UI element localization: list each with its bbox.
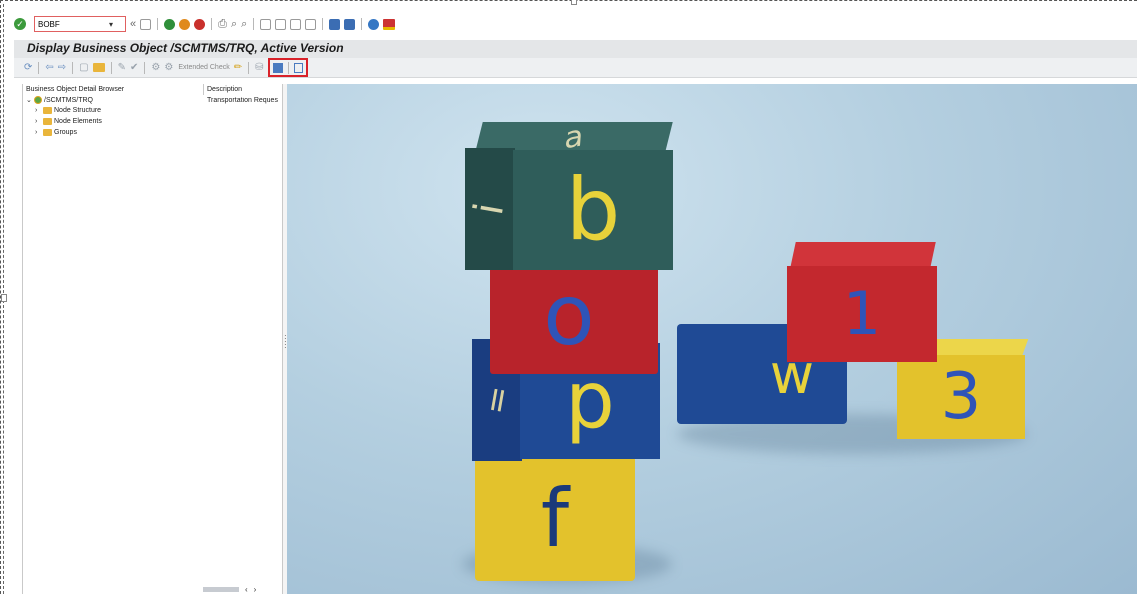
tree-node-label: Node Structure xyxy=(54,107,102,114)
extended-check-button[interactable]: Extended Check xyxy=(178,64,229,71)
chevron-right-icon[interactable]: › xyxy=(35,129,41,136)
cancel-icon[interactable] xyxy=(194,18,206,30)
block-letter: o xyxy=(543,266,595,364)
scroll-right-icon[interactable]: › xyxy=(254,585,257,594)
pencil-icon[interactable]: ✏ xyxy=(234,62,242,73)
system-toolbar: ✓ ▾ « ⎙ ⌕ ⌕ xyxy=(14,13,1137,35)
toolbar-separator xyxy=(157,18,159,30)
extended-check-icon[interactable]: ⚙ xyxy=(164,62,173,74)
toolbar-separator xyxy=(110,61,112,74)
previous-page-icon[interactable] xyxy=(275,18,287,30)
folder-icon xyxy=(43,129,52,136)
column-divider[interactable] xyxy=(203,84,204,95)
page-title: Display Business Object /SCMTMS/TRQ, Act… xyxy=(27,41,344,55)
detail-browser-tree: Business Object Detail Browser Descripti… xyxy=(22,84,283,594)
chevron-right-icon[interactable]: › xyxy=(35,118,41,125)
block-top-face xyxy=(790,242,936,268)
command-field[interactable]: ▾ xyxy=(34,16,126,32)
resize-handle-left[interactable] xyxy=(1,294,7,302)
block-side-face: i xyxy=(465,148,515,270)
tree-node-label: /SCMTMS/TRQ xyxy=(44,96,93,104)
block-side-letter: = xyxy=(474,382,520,418)
tree-node-label: Node Elements xyxy=(54,118,102,125)
chevron-right-icon[interactable]: › xyxy=(35,107,41,114)
exit-icon[interactable] xyxy=(179,18,191,30)
command-input[interactable] xyxy=(35,19,105,29)
toolbar-separator xyxy=(248,61,250,74)
block-f: f xyxy=(475,456,635,581)
print-icon[interactable]: ⎙ xyxy=(218,17,227,31)
block-b: a i b xyxy=(465,118,675,270)
scroll-left-icon[interactable]: ‹ xyxy=(245,585,248,594)
highlighted-toolbar-group xyxy=(267,58,308,77)
folder-icon xyxy=(43,107,52,114)
business-object-icon xyxy=(34,96,42,104)
toolbar-separator xyxy=(287,61,289,74)
toolbar-separator xyxy=(72,61,74,74)
application-toolbar: ⟳ ⇦ ⇨ ▢ ✎ ✔ ⚙ ⚙ Extended Check ✏ ⛁ xyxy=(14,58,1137,78)
tree-header: Business Object Detail Browser Descripti… xyxy=(23,84,283,95)
tree-node-node-elements[interactable]: › Node Elements xyxy=(35,118,102,125)
next-page-icon[interactable] xyxy=(290,18,302,30)
toolbar-separator xyxy=(38,61,40,74)
new-session-icon[interactable] xyxy=(329,18,341,30)
block-letter: 3 xyxy=(940,360,982,434)
block-front-face: o xyxy=(490,256,658,374)
block-o: o xyxy=(490,256,658,374)
arrow-right-icon[interactable]: ⇨ xyxy=(58,62,66,74)
help-icon[interactable] xyxy=(368,18,380,30)
chevron-down-icon[interactable]: ▾ xyxy=(105,20,117,29)
arrow-left-icon[interactable]: ⇦ xyxy=(45,62,53,74)
tree-node-root[interactable]: ⌄ /SCMTMS/TRQ xyxy=(26,96,93,104)
column-header-description[interactable]: Description xyxy=(207,86,242,93)
column-header-browser[interactable]: Business Object Detail Browser xyxy=(26,86,124,93)
new-document-icon[interactable]: ▢ xyxy=(79,62,88,74)
tree-node-node-structure[interactable]: › Node Structure xyxy=(35,107,101,114)
runtime-test-icon[interactable] xyxy=(272,62,283,73)
block-side-letter: i xyxy=(466,199,514,219)
chevron-down-icon[interactable]: ⌄ xyxy=(26,96,32,104)
block-letter: 1 xyxy=(842,279,882,349)
find-next-icon[interactable]: ⌕ xyxy=(241,17,247,31)
enter-check-icon[interactable]: ✓ xyxy=(14,18,26,30)
block-front-face: 1 xyxy=(787,266,937,362)
title-bar: Display Business Object /SCMTMS/TRQ, Act… xyxy=(14,40,1137,58)
other-object-icon[interactable]: ⟳ xyxy=(24,62,32,74)
magic-wand-icon[interactable]: ✎ xyxy=(118,62,126,74)
toolbar-separator xyxy=(322,18,324,30)
resize-handle-top[interactable] xyxy=(571,0,577,5)
check-icon[interactable]: ✔ xyxy=(130,62,138,74)
activate-icon[interactable]: ⚙ xyxy=(151,62,160,74)
scrollbar-thumb[interactable] xyxy=(203,586,239,592)
where-used-icon[interactable]: ⛁ xyxy=(255,62,263,74)
tree-node-description: Transportation Reques xyxy=(207,97,278,104)
first-page-icon[interactable] xyxy=(260,18,272,30)
block-front-face: b xyxy=(513,150,673,270)
find-icon[interactable]: ⌕ xyxy=(231,17,237,31)
customize-layout-icon[interactable] xyxy=(383,18,396,30)
letter-blocks-image: 3 w 1 f = p o a i b xyxy=(287,84,1137,594)
folder-icon xyxy=(43,118,52,125)
horizontal-scrollbar[interactable]: ‹ › xyxy=(203,584,283,594)
open-folder-icon[interactable] xyxy=(92,63,105,72)
toolbar-separator xyxy=(144,61,146,74)
block-letter: f xyxy=(540,472,570,565)
block-letter: b xyxy=(565,160,621,260)
toolbar-separator xyxy=(253,18,255,30)
toolbar-separator xyxy=(361,18,363,30)
block-1: 1 xyxy=(787,242,937,362)
block-front-face: f xyxy=(475,456,635,581)
back-icon[interactable] xyxy=(164,18,176,30)
last-page-icon[interactable] xyxy=(305,18,317,30)
save-icon[interactable] xyxy=(140,18,152,30)
tree-node-groups[interactable]: › Groups xyxy=(35,129,77,136)
block-front-face: 3 xyxy=(897,355,1025,439)
shortcut-icon[interactable] xyxy=(344,18,356,30)
toolbar-separator xyxy=(211,18,213,30)
collapse-toolbar-icon[interactable]: « xyxy=(130,17,136,31)
tree-node-label: Groups xyxy=(54,129,77,136)
documentation-icon[interactable] xyxy=(293,62,303,73)
